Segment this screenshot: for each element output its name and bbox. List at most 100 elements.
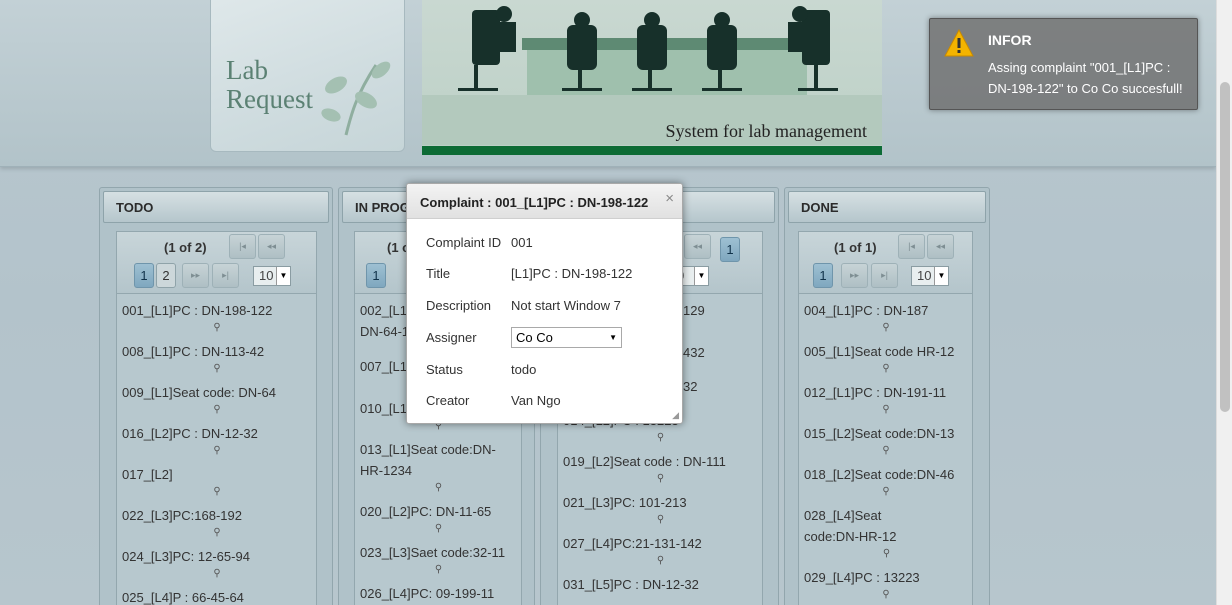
- chevron-down-icon: ▼: [276, 267, 290, 285]
- item-label: 027_[L4]PC:21-131-142: [563, 536, 702, 551]
- todo-pager-info: (1 of 2): [164, 240, 207, 255]
- lab-request-logo[interactable]: Lab Request: [210, 0, 405, 152]
- list-item[interactable]: 008_[L1]PC : DN-113-42 ⚲: [117, 335, 316, 376]
- search-icon[interactable]: ⚲: [122, 444, 312, 458]
- list-item[interactable]: 028_[L4]Seat code:DN-HR-12 ⚲: [799, 499, 909, 561]
- rows-per-page-value: 10: [917, 268, 932, 283]
- search-icon[interactable]: ⚲: [360, 563, 517, 577]
- notification-toast[interactable]: INFOR Assing complaint "001_[L1]PC : DN-…: [929, 18, 1198, 110]
- list-item[interactable]: 012_[L1]PC : DN-191-11 ⚲: [799, 376, 972, 417]
- list-item[interactable]: 029_[L4]PC : 13223 ⚲: [799, 561, 972, 602]
- page-1-button[interactable]: 1: [366, 263, 386, 288]
- search-icon[interactable]: ⚲: [563, 431, 758, 445]
- search-icon[interactable]: ⚲: [804, 485, 968, 499]
- list-item[interactable]: 027_[L4]PC:21-131-142 ⚲: [558, 527, 762, 568]
- list-item[interactable]: 013_[L1]Seat code:DN-HR-1234 ⚲: [355, 433, 521, 495]
- list-item[interactable]: 015_[L2]Seat code:DN-13 ⚲: [799, 417, 972, 458]
- search-icon[interactable]: ⚲: [122, 321, 312, 335]
- search-icon[interactable]: ⚲: [804, 362, 968, 376]
- page-1-button[interactable]: 1: [134, 263, 154, 288]
- title-value: [L1]PC : DN-198-122: [511, 266, 633, 281]
- banner-caption: System for lab management: [665, 121, 867, 141]
- creator-value: Van Ngo: [511, 393, 561, 408]
- search-icon[interactable]: ⚲: [804, 588, 968, 602]
- search-icon[interactable]: ⚲: [122, 526, 312, 540]
- first-page-button[interactable]: |◂: [898, 234, 925, 259]
- item-label: 029_[L4]PC : 13223: [804, 570, 920, 585]
- close-icon[interactable]: ×: [665, 180, 674, 217]
- search-icon[interactable]: ⚲: [563, 513, 758, 527]
- page-1-button[interactable]: 1: [813, 263, 833, 288]
- list-item[interactable]: 023_[L3]Saet code:32-11 ⚲: [355, 536, 521, 577]
- assigner-value: Co Co: [516, 330, 553, 345]
- list-item[interactable]: 005_[L1]Seat code HR-12 ⚲: [799, 335, 972, 376]
- prev-page-button[interactable]: ◂◂: [258, 234, 285, 259]
- search-icon[interactable]: ⚲: [360, 522, 517, 536]
- list-item[interactable]: 022_[L3]PC:168-192 ⚲: [117, 499, 316, 540]
- item-label: 015_[L2]Seat code:DN-13: [804, 426, 955, 441]
- search-icon[interactable]: ⚲: [563, 472, 758, 486]
- item-label: 004_[L1]PC : DN-187: [804, 303, 929, 318]
- item-label: 016_[L2]PC : DN-12-32: [122, 426, 258, 441]
- item-label: 028_[L4]Seat code:DN-HR-12: [804, 508, 897, 544]
- search-icon[interactable]: ⚲: [804, 547, 969, 561]
- item-label: 32: [683, 379, 698, 394]
- search-icon[interactable]: ⚲: [360, 481, 517, 495]
- list-item[interactable]: 026_[L4]PC: 09-199-11: [355, 577, 521, 604]
- status-value: todo: [511, 362, 537, 377]
- vertical-scrollbar[interactable]: [1216, 0, 1232, 605]
- list-item[interactable]: 019_[L2]Seat code : DN-111 ⚲: [558, 445, 762, 486]
- list-item[interactable]: 020_[L2]PC: DN-11-65 ⚲: [355, 495, 521, 536]
- search-icon[interactable]: ⚲: [804, 444, 968, 458]
- item-label: 022_[L3]PC:168-192: [122, 508, 242, 523]
- next-page-button[interactable]: ▸▸: [182, 263, 209, 288]
- next-page-button[interactable]: ▸▸: [841, 263, 868, 288]
- list-item[interactable]: 031_[L5]PC : DN-12-32: [558, 568, 762, 595]
- list-item[interactable]: 021_[L3]PC: 101-213 ⚲: [558, 486, 762, 527]
- list-item[interactable]: 024_[L3]PC: 12-65-94 ⚲: [117, 540, 316, 581]
- chevron-down-icon: ▼: [934, 267, 948, 285]
- toast-message: Assing complaint "001_[L1]PC : DN-198-12…: [988, 60, 1183, 96]
- toast-title: INFOR: [988, 32, 1032, 48]
- done-paginator: (1 of 1) |◂ ◂◂ 1 ▸▸ ▸| 10 ▼: [799, 232, 972, 294]
- search-icon[interactable]: ⚲: [804, 403, 968, 417]
- last-page-button[interactable]: ▸|: [212, 263, 239, 288]
- search-icon[interactable]: ⚲: [122, 567, 312, 581]
- scrollbar-thumb[interactable]: [1220, 82, 1230, 412]
- resize-handle-icon[interactable]: ◢: [672, 410, 679, 421]
- list-item[interactable]: 017_[L2] ⚲: [117, 458, 316, 499]
- search-icon[interactable]: ⚲: [122, 403, 312, 417]
- item-label: 002_[L1]: [360, 303, 411, 318]
- prev-page-button[interactable]: ◂◂: [684, 234, 711, 259]
- last-page-button[interactable]: ▸|: [871, 263, 898, 288]
- item-label: 001_[L1]PC : DN-198-122: [122, 303, 273, 318]
- dialog-titlebar[interactable]: Complaint : 001_[L1]PC : DN-198-122 ×: [407, 184, 682, 219]
- list-item[interactable]: 001_[L1]PC : DN-198-122 ⚲: [117, 294, 316, 335]
- list-item[interactable]: 009_[L1]Seat code: DN-64 ⚲: [117, 376, 316, 417]
- item-label: 013_[L1]Seat code:DN-HR-1234: [360, 442, 496, 478]
- item-label: 010_[L1]: [360, 401, 411, 416]
- search-icon[interactable]: ⚲: [804, 321, 968, 335]
- list-item[interactable]: 018_[L2]Seat code:DN-46 ⚲: [799, 458, 972, 499]
- rows-per-page-select[interactable]: 10 ▼: [253, 266, 291, 286]
- page-1-button[interactable]: 1: [720, 237, 740, 262]
- first-page-button[interactable]: |◂: [229, 234, 256, 259]
- creator-label: Creator: [426, 393, 470, 408]
- rows-per-page-select[interactable]: 10 ▼: [911, 266, 949, 286]
- item-label: 129: [683, 303, 705, 318]
- assigner-label: Assigner: [426, 330, 477, 345]
- done-panel: (1 of 1) |◂ ◂◂ 1 ▸▸ ▸| 10 ▼ 004_[L1]PC : …: [798, 231, 973, 605]
- list-item[interactable]: 004_[L1]PC : DN-187 ⚲: [799, 294, 972, 335]
- item-label: 026_[L4]PC: 09-199-11: [360, 586, 495, 601]
- item-label: 021_[L3]PC: 101-213: [563, 495, 687, 510]
- list-item[interactable]: 016_[L2]PC : DN-12-32 ⚲: [117, 417, 316, 458]
- list-item[interactable]: 025_[L4]P : 66-45-64: [117, 581, 316, 605]
- search-icon[interactable]: ⚲: [122, 485, 312, 499]
- leaf-ornament-icon: [321, 61, 391, 136]
- item-label: 005_[L1]Seat code HR-12: [804, 344, 955, 359]
- search-icon[interactable]: ⚲: [122, 362, 312, 376]
- assigner-select[interactable]: Co Co ▼: [511, 327, 622, 348]
- prev-page-button[interactable]: ◂◂: [927, 234, 954, 259]
- page-2-button[interactable]: 2: [156, 263, 176, 288]
- search-icon[interactable]: ⚲: [563, 554, 758, 568]
